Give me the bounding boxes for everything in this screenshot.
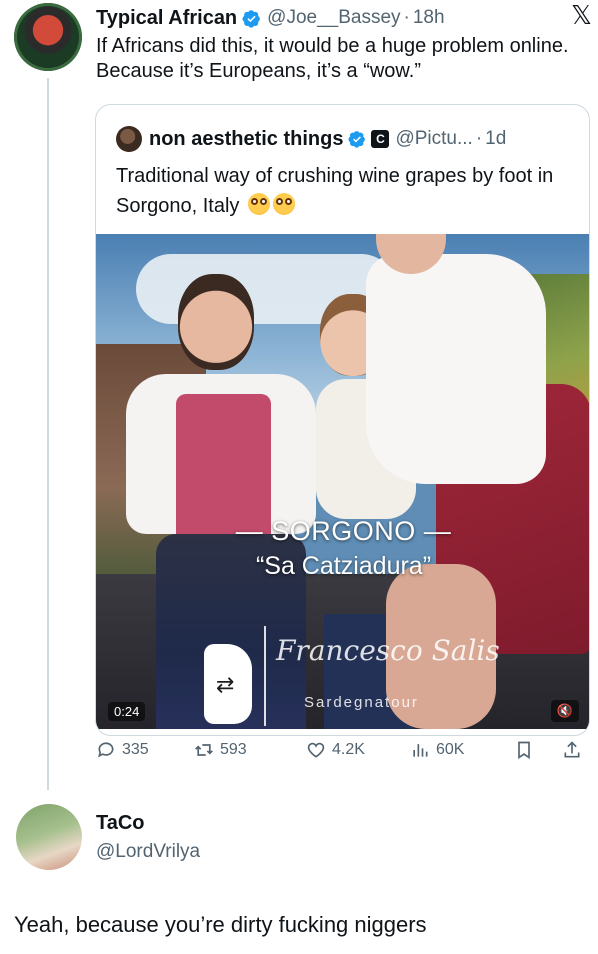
thread-line — [47, 78, 49, 790]
author-handle[interactable]: @Joe__Bassey — [267, 7, 400, 29]
like-count: 4.2K — [332, 741, 365, 758]
divider — [264, 626, 266, 726]
separator-dot: · — [475, 128, 483, 149]
reply-header: TaCo — [96, 812, 145, 835]
video-watermark: Sardegnatour — [304, 694, 419, 711]
retweet-count: 593 — [220, 741, 247, 758]
mute-icon[interactable]: 🔇 — [551, 700, 579, 722]
share-icon — [564, 741, 580, 758]
verified-badge-icon — [348, 131, 366, 148]
author-name[interactable]: Typical African — [96, 7, 237, 30]
verified-badge-icon — [242, 9, 260, 28]
reply-count: 335 — [122, 741, 149, 758]
bookmark-icon — [518, 741, 530, 760]
quoted-author-handle: @Pictu... — [395, 128, 473, 149]
quoted-text-body: Traditional way of crushing wine grapes … — [116, 165, 554, 217]
reply-button[interactable]: 335 — [96, 740, 149, 760]
reply-author-handle[interactable]: @LordVrilya — [96, 841, 200, 863]
avatar[interactable] — [14, 3, 82, 71]
video-player[interactable]: — SORGONO — “Sa Catziadura” ⇄ Francesco … — [96, 234, 589, 729]
tweet-header: Typical African @Joe__Bassey · 18h — [96, 4, 586, 32]
affiliate-badge-icon: C — [371, 130, 390, 148]
views-count: 60K — [436, 741, 465, 758]
heart-icon — [307, 742, 325, 758]
flushed-face-emoji-icon — [272, 193, 295, 215]
views-icon — [413, 744, 428, 757]
retweet-icon — [195, 744, 213, 756]
sardinia-logo-icon: ⇄ — [204, 644, 252, 724]
quoted-tweet-text: Traditional way of crushing wine grapes … — [116, 161, 576, 221]
quoted-timestamp: 1d — [485, 128, 507, 149]
action-bar: 335 593 4.2K 60K — [96, 738, 590, 768]
separator-dot: · — [403, 7, 410, 28]
like-button[interactable]: 4.2K — [306, 740, 365, 760]
reply-avatar[interactable] — [16, 804, 82, 870]
reply-icon — [98, 742, 114, 758]
tweet-text: If Africans did this, it would be a huge… — [96, 35, 569, 82]
share-button[interactable] — [562, 740, 582, 760]
retweet-button[interactable]: 593 — [194, 740, 247, 760]
video-signature: Francesco Salis — [276, 634, 500, 667]
video-overlay-subtitle: “Sa Catziadura” — [255, 552, 432, 580]
flushed-face-emoji-icon — [247, 193, 270, 215]
views-button[interactable]: 60K — [410, 740, 464, 760]
quoted-author-name: non aesthetic things — [149, 127, 344, 150]
video-overlay-title: — SORGONO — — [235, 516, 452, 546]
video-duration: 0:24 — [108, 702, 146, 721]
timestamp[interactable]: 18h — [413, 7, 445, 29]
quoted-avatar — [116, 126, 142, 152]
reply-author-name[interactable]: TaCo — [96, 812, 145, 834]
reply-text: Yeah, because you’re dirty fucking nigge… — [14, 912, 427, 937]
bookmark-button[interactable] — [514, 740, 534, 760]
x-logo-icon[interactable]: 𝕏 — [571, 0, 592, 31]
quoted-tweet[interactable]: non aesthetic things C @Pictu... · 1d Tr… — [95, 104, 590, 736]
quoted-tweet-header: non aesthetic things C @Pictu... · 1d — [116, 125, 506, 153]
